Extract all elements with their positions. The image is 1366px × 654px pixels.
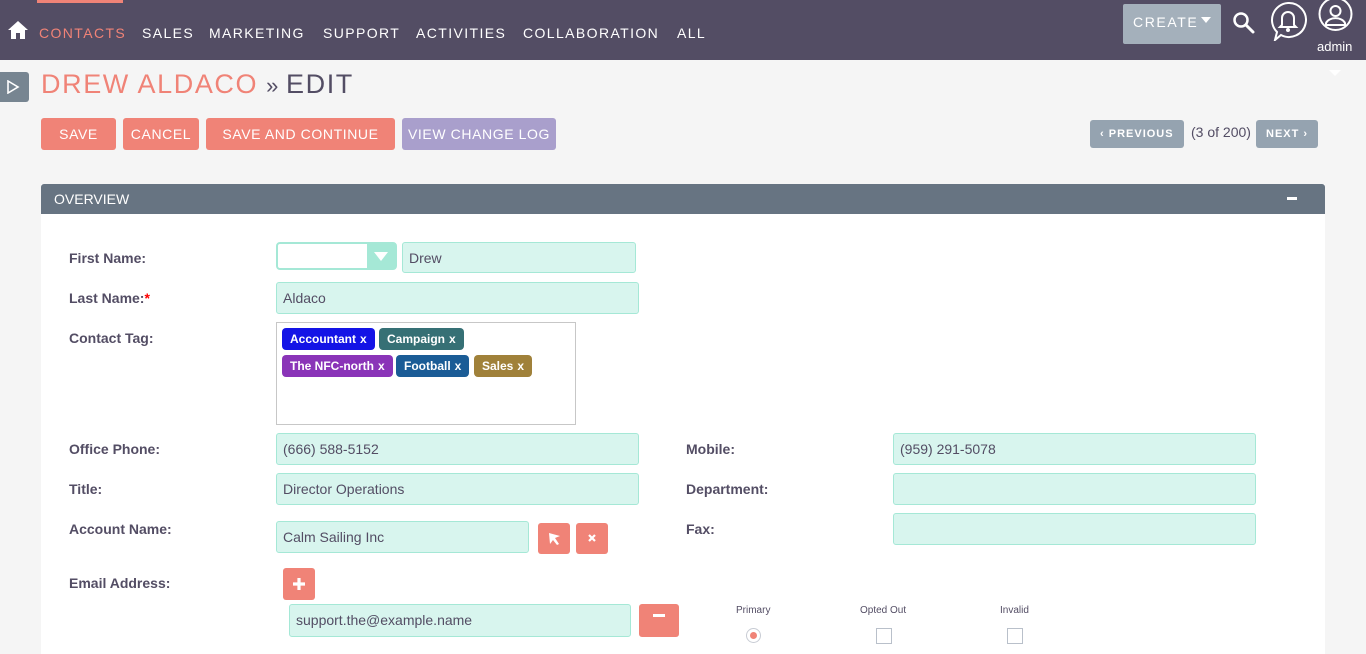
tag-label: Campaign (387, 332, 446, 346)
office-phone-input[interactable]: (666) 588-5152 (276, 433, 639, 465)
email-address-label: Email Address: (69, 575, 171, 591)
play-arrow-icon (7, 80, 20, 94)
tag-accountant[interactable]: Accountant x (282, 328, 375, 350)
tag-football[interactable]: Football x (396, 355, 470, 377)
user-menu-caret-icon[interactable] (1329, 70, 1341, 76)
panel-title: OVERVIEW (54, 191, 130, 207)
account-name-input[interactable]: Calm Sailing Inc (276, 521, 529, 553)
next-label: NEXT (1266, 128, 1300, 140)
office-phone-label: Office Phone: (69, 441, 161, 457)
tag-campaign[interactable]: Campaign x (379, 328, 464, 350)
view-mode: EDIT (285, 69, 354, 99)
clear-account-button[interactable] (576, 523, 608, 554)
notifications-bell-icon[interactable] (1269, 1, 1307, 41)
nav-item-collaboration[interactable]: COLLABORATION (523, 25, 659, 41)
nav-item-activities[interactable]: ACTIVITIES (416, 25, 506, 41)
tag-label: Accountant (290, 332, 356, 346)
tag-the-nfc-north[interactable]: The NFC-north x (282, 355, 393, 377)
chevron-left-icon: ‹ (1100, 128, 1105, 140)
opted-out-label: Opted Out (860, 605, 907, 616)
title-label: Title: (69, 481, 103, 497)
user-avatar-icon[interactable] (1318, 0, 1353, 32)
previous-button[interactable]: ‹ PREVIOUS (1090, 120, 1184, 148)
save-button[interactable]: SAVE (41, 118, 116, 150)
dropdown-arrow-icon (367, 244, 395, 268)
caret-down-icon (1201, 17, 1211, 23)
first-name-input[interactable]: Drew (402, 242, 636, 273)
tag-sales[interactable]: Sales x (474, 355, 533, 377)
last-name-input[interactable]: Aldaco (276, 282, 639, 314)
last-name-label: Last Name:* (69, 290, 150, 306)
salutation-select[interactable] (276, 242, 397, 270)
tag-label: The NFC-north (290, 359, 374, 373)
view-change-log-button[interactable]: VIEW CHANGE LOG (402, 118, 556, 150)
email-input[interactable]: support.the@example.name (289, 604, 631, 637)
nav-item-contacts[interactable]: CONTACTS (39, 25, 126, 41)
cancel-button[interactable]: CANCEL (123, 118, 199, 150)
tag-remove-icon[interactable]: x (455, 359, 462, 373)
fax-label: Fax: (686, 521, 715, 537)
sidebar-toggle-button[interactable] (0, 72, 29, 102)
chevron-right-icon: › (1303, 128, 1309, 140)
last-name-label-text: Last Name: (69, 290, 145, 306)
tag-remove-icon[interactable]: x (360, 332, 367, 346)
mobile-input[interactable]: (959) 291-5078 (893, 433, 1256, 465)
tag-label: Football (404, 359, 451, 373)
active-tab-indicator (37, 0, 123, 3)
record-name: DREW ALDACO (41, 69, 259, 99)
top-navigation-bar: CONTACTS SALES MARKETING SUPPORT ACTIVIT… (0, 0, 1366, 60)
primary-label: Primary (736, 605, 771, 616)
account-name-label: Account Name: (69, 521, 172, 537)
primary-email-radio[interactable] (746, 628, 761, 643)
search-icon[interactable] (1232, 11, 1256, 35)
add-email-button[interactable] (283, 568, 315, 600)
opted-out-checkbox[interactable] (876, 628, 892, 644)
minus-icon (653, 614, 665, 617)
tag-remove-icon[interactable]: x (378, 359, 385, 373)
plus-icon (293, 578, 305, 590)
pager-count: (3 of 200) (1191, 124, 1251, 140)
tag-remove-icon[interactable]: x (449, 332, 456, 346)
required-marker: * (144, 290, 150, 306)
nav-item-sales[interactable]: SALES (142, 25, 194, 41)
close-icon (588, 534, 596, 542)
department-label: Department: (686, 481, 769, 497)
title-input[interactable]: Director Operations (276, 473, 639, 505)
contact-tag-label: Contact Tag: (69, 330, 154, 346)
user-name-label[interactable]: admin (1317, 39, 1352, 54)
department-input[interactable] (893, 473, 1256, 505)
page-title: DREW ALDACO » EDIT (41, 69, 354, 100)
remove-email-button[interactable] (639, 604, 679, 637)
save-and-continue-button[interactable]: SAVE AND CONTINUE (206, 118, 395, 150)
create-button[interactable]: CREATE (1123, 4, 1221, 44)
mobile-label: Mobile: (686, 441, 735, 457)
overview-panel: OVERVIEW First Name: Drew Last Name:* Al… (41, 184, 1325, 654)
title-separator: » (266, 73, 280, 98)
create-button-label: CREATE (1133, 14, 1199, 30)
select-account-button[interactable] (538, 523, 570, 554)
collapse-minus-icon[interactable] (1287, 197, 1297, 200)
invalid-checkbox[interactable] (1007, 628, 1023, 644)
first-name-label: First Name: (69, 250, 147, 266)
nav-item-marketing[interactable]: MARKETING (209, 25, 305, 41)
invalid-label: Invalid (1000, 605, 1029, 616)
fax-input[interactable] (893, 513, 1256, 545)
tag-label: Sales (482, 359, 514, 373)
tag-remove-icon[interactable]: x (517, 359, 524, 373)
previous-label: PREVIOUS (1108, 128, 1174, 140)
home-icon[interactable] (7, 20, 29, 40)
contact-tag-input[interactable]: Accountant x Campaign x The NFC-north x Foo… (276, 322, 576, 425)
nav-item-all[interactable]: ALL (677, 25, 706, 41)
overview-panel-header[interactable]: OVERVIEW (41, 184, 1325, 214)
nav-item-support[interactable]: SUPPORT (323, 25, 400, 41)
next-button[interactable]: NEXT › (1256, 120, 1319, 148)
cursor-arrow-icon (549, 533, 560, 545)
